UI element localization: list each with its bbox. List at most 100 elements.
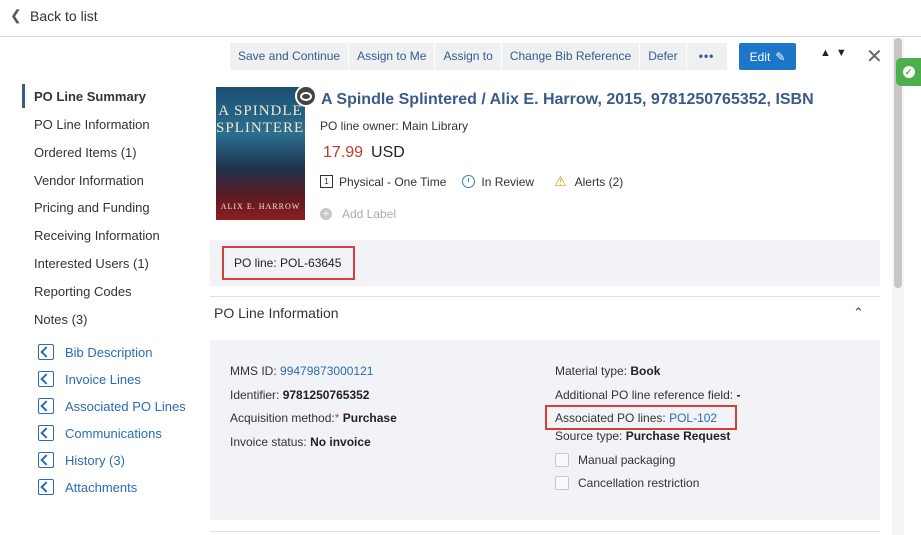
open-section-icon	[38, 479, 54, 495]
sidebar-item-count: (3)	[71, 312, 88, 327]
associated-po-line-link[interactable]: POL-102	[669, 411, 717, 425]
back-to-list-link[interactable]: ❮ Back to list	[10, 7, 98, 24]
material-type-field: Material type: Book	[555, 364, 660, 378]
sidebar-link-history[interactable]: History (3)	[38, 452, 125, 468]
section-divider	[210, 296, 880, 297]
sidebar-item-label: Vendor Information	[34, 173, 144, 188]
material-type-value: Book	[630, 364, 661, 378]
defer-button[interactable]: Defer	[640, 43, 687, 70]
po-line-title[interactable]: A Spindle Splintered / Alix E. Harrow, 2…	[321, 91, 814, 109]
sidebar-item-label: Receiving Information	[34, 228, 160, 243]
top-bar: ❮ Back to list	[0, 0, 921, 37]
sidebar-item-pricing-and-funding[interactable]: Pricing and Funding	[34, 200, 150, 215]
sidebar-item-po-line-summary[interactable]: PO Line Summary	[34, 89, 146, 104]
checkbox-box[interactable]	[555, 476, 569, 490]
close-icon[interactable]: ✕	[866, 44, 883, 69]
open-section-icon	[38, 425, 54, 441]
checkbox-box[interactable]	[555, 453, 569, 467]
open-section-icon	[38, 398, 54, 414]
sidebar-item-receiving-information[interactable]: Receiving Information	[34, 228, 160, 243]
sidebar-link-label: History (3)	[65, 452, 125, 468]
checkbox-label: Manual packaging	[578, 453, 676, 467]
sidebar-item-label: Pricing and Funding	[34, 200, 150, 215]
sidebar-link-label: Communications	[65, 425, 162, 441]
source-type-field: Source type: Purchase Request	[555, 429, 730, 443]
next-record-icon[interactable]: ▼	[836, 47, 847, 59]
open-section-icon	[38, 371, 54, 387]
sidebar-link-label: Bib Description	[65, 344, 153, 360]
cancellation-restriction-checkbox[interactable]: Cancellation restriction	[555, 476, 699, 490]
source-type-value: Purchase Request	[625, 429, 731, 443]
sidebar-link-communications[interactable]: Communications	[38, 425, 162, 441]
status-line: 1 Physical - One Time In Review ⚠ Alerts…	[320, 173, 623, 190]
mms-id-field: MMS ID: 99479873000121	[230, 364, 373, 378]
price: 17.99 USD	[323, 144, 405, 162]
invoice-status-value: No invoice	[310, 435, 371, 449]
previous-record-icon[interactable]: ▲	[820, 47, 831, 59]
add-label-text: Add Label	[342, 207, 397, 221]
order-type: Physical - One Time	[339, 174, 447, 189]
price-amount: 17.99	[323, 144, 364, 161]
sidebar-item-count: (1)	[133, 256, 149, 271]
record-navigation: ▲ ▼	[820, 47, 847, 59]
sidebar-item-label: Interested Users	[34, 256, 130, 271]
sidebar-item-label: Reporting Codes	[34, 284, 132, 299]
additional-reference-value: -	[736, 388, 741, 402]
price-currency: USD	[371, 144, 405, 161]
active-indicator	[22, 84, 25, 108]
plus-icon: +	[320, 208, 332, 220]
save-and-continue-button[interactable]: Save and Continue	[230, 43, 350, 70]
sidebar-item-interested-users[interactable]: Interested Users (1)	[34, 256, 149, 271]
open-section-icon	[38, 344, 54, 360]
sidebar-item-ordered-items[interactable]: Ordered Items (1)	[34, 145, 137, 160]
additional-reference-field: Additional PO line reference field: -	[555, 388, 740, 402]
sidebar-item-label: Notes	[34, 312, 68, 327]
sidebar-link-label: Associated PO Lines	[65, 398, 186, 414]
sidebar-link-label: Invoice Lines	[65, 371, 141, 387]
sidebar-item-count: (1)	[120, 145, 137, 160]
sidebar-link-attachments[interactable]: Attachments	[38, 479, 137, 495]
manual-packaging-checkbox[interactable]: Manual packaging	[555, 453, 675, 467]
sidebar-link-label: Attachments	[65, 479, 138, 495]
invoice-status-field: Invoice status: No invoice	[230, 435, 371, 449]
sidebar-item-label: Ordered Items	[34, 145, 118, 160]
edit-button[interactable]: Edit ✎	[739, 43, 796, 70]
more-actions-button[interactable]: •••	[686, 43, 728, 70]
pencil-icon: ✎	[775, 49, 786, 64]
sidebar-item-reporting-codes[interactable]: Reporting Codes	[34, 284, 132, 299]
field-label: MMS ID:	[230, 364, 277, 378]
required-marker: *	[334, 411, 340, 425]
check-tab[interactable]: ✓	[896, 58, 921, 86]
sidebar-item-po-line-information[interactable]: PO Line Information	[34, 117, 150, 132]
cover-author: ALIX E. HARROW	[220, 202, 301, 211]
sidebar-item-label: PO Line Information	[34, 117, 150, 132]
workflow-status: In Review	[481, 174, 535, 189]
sidebar-item-vendor-information[interactable]: Vendor Information	[34, 173, 144, 188]
sidebar-item-notes[interactable]: Notes (3)	[34, 312, 87, 327]
cover-title: A SPINDLE SPLINTERED	[216, 103, 305, 136]
section-title: PO Line Information	[214, 305, 339, 321]
section-divider	[210, 531, 880, 532]
warning-icon: ⚠	[554, 173, 567, 189]
field-label: Source type:	[555, 429, 623, 443]
collapse-chevron-icon[interactable]: ⌃	[853, 305, 864, 321]
sidebar-link-bib-description[interactable]: Bib Description	[38, 344, 152, 360]
po-line-owner: PO line owner: Main Library	[320, 119, 469, 133]
assign-to-button[interactable]: Assign to	[435, 43, 502, 70]
identifier-field: Identifier: 9781250765352	[230, 388, 369, 402]
open-section-icon	[38, 452, 54, 468]
edit-label: Edit	[749, 49, 771, 64]
assign-to-me-button[interactable]: Assign to Me	[349, 43, 436, 70]
add-label-button[interactable]: + Add Label	[320, 207, 396, 221]
field-label: Associated PO lines:	[555, 411, 666, 425]
sidebar-link-invoice-lines[interactable]: Invoice Lines	[38, 371, 141, 387]
alerts-link[interactable]: Alerts (2)	[575, 175, 624, 189]
field-label: Acquisition method:	[230, 411, 335, 425]
change-bib-reference-button[interactable]: Change Bib Reference	[501, 43, 641, 70]
sidebar-link-associated-po-lines[interactable]: Associated PO Lines	[38, 398, 186, 414]
eye-icon[interactable]	[295, 85, 317, 107]
associated-po-lines-field: Associated PO lines: POL-102	[555, 411, 717, 425]
mms-id-link[interactable]: 99479873000121	[280, 364, 373, 378]
order-type-icon: 1	[320, 175, 333, 188]
clock-icon	[462, 175, 476, 188]
